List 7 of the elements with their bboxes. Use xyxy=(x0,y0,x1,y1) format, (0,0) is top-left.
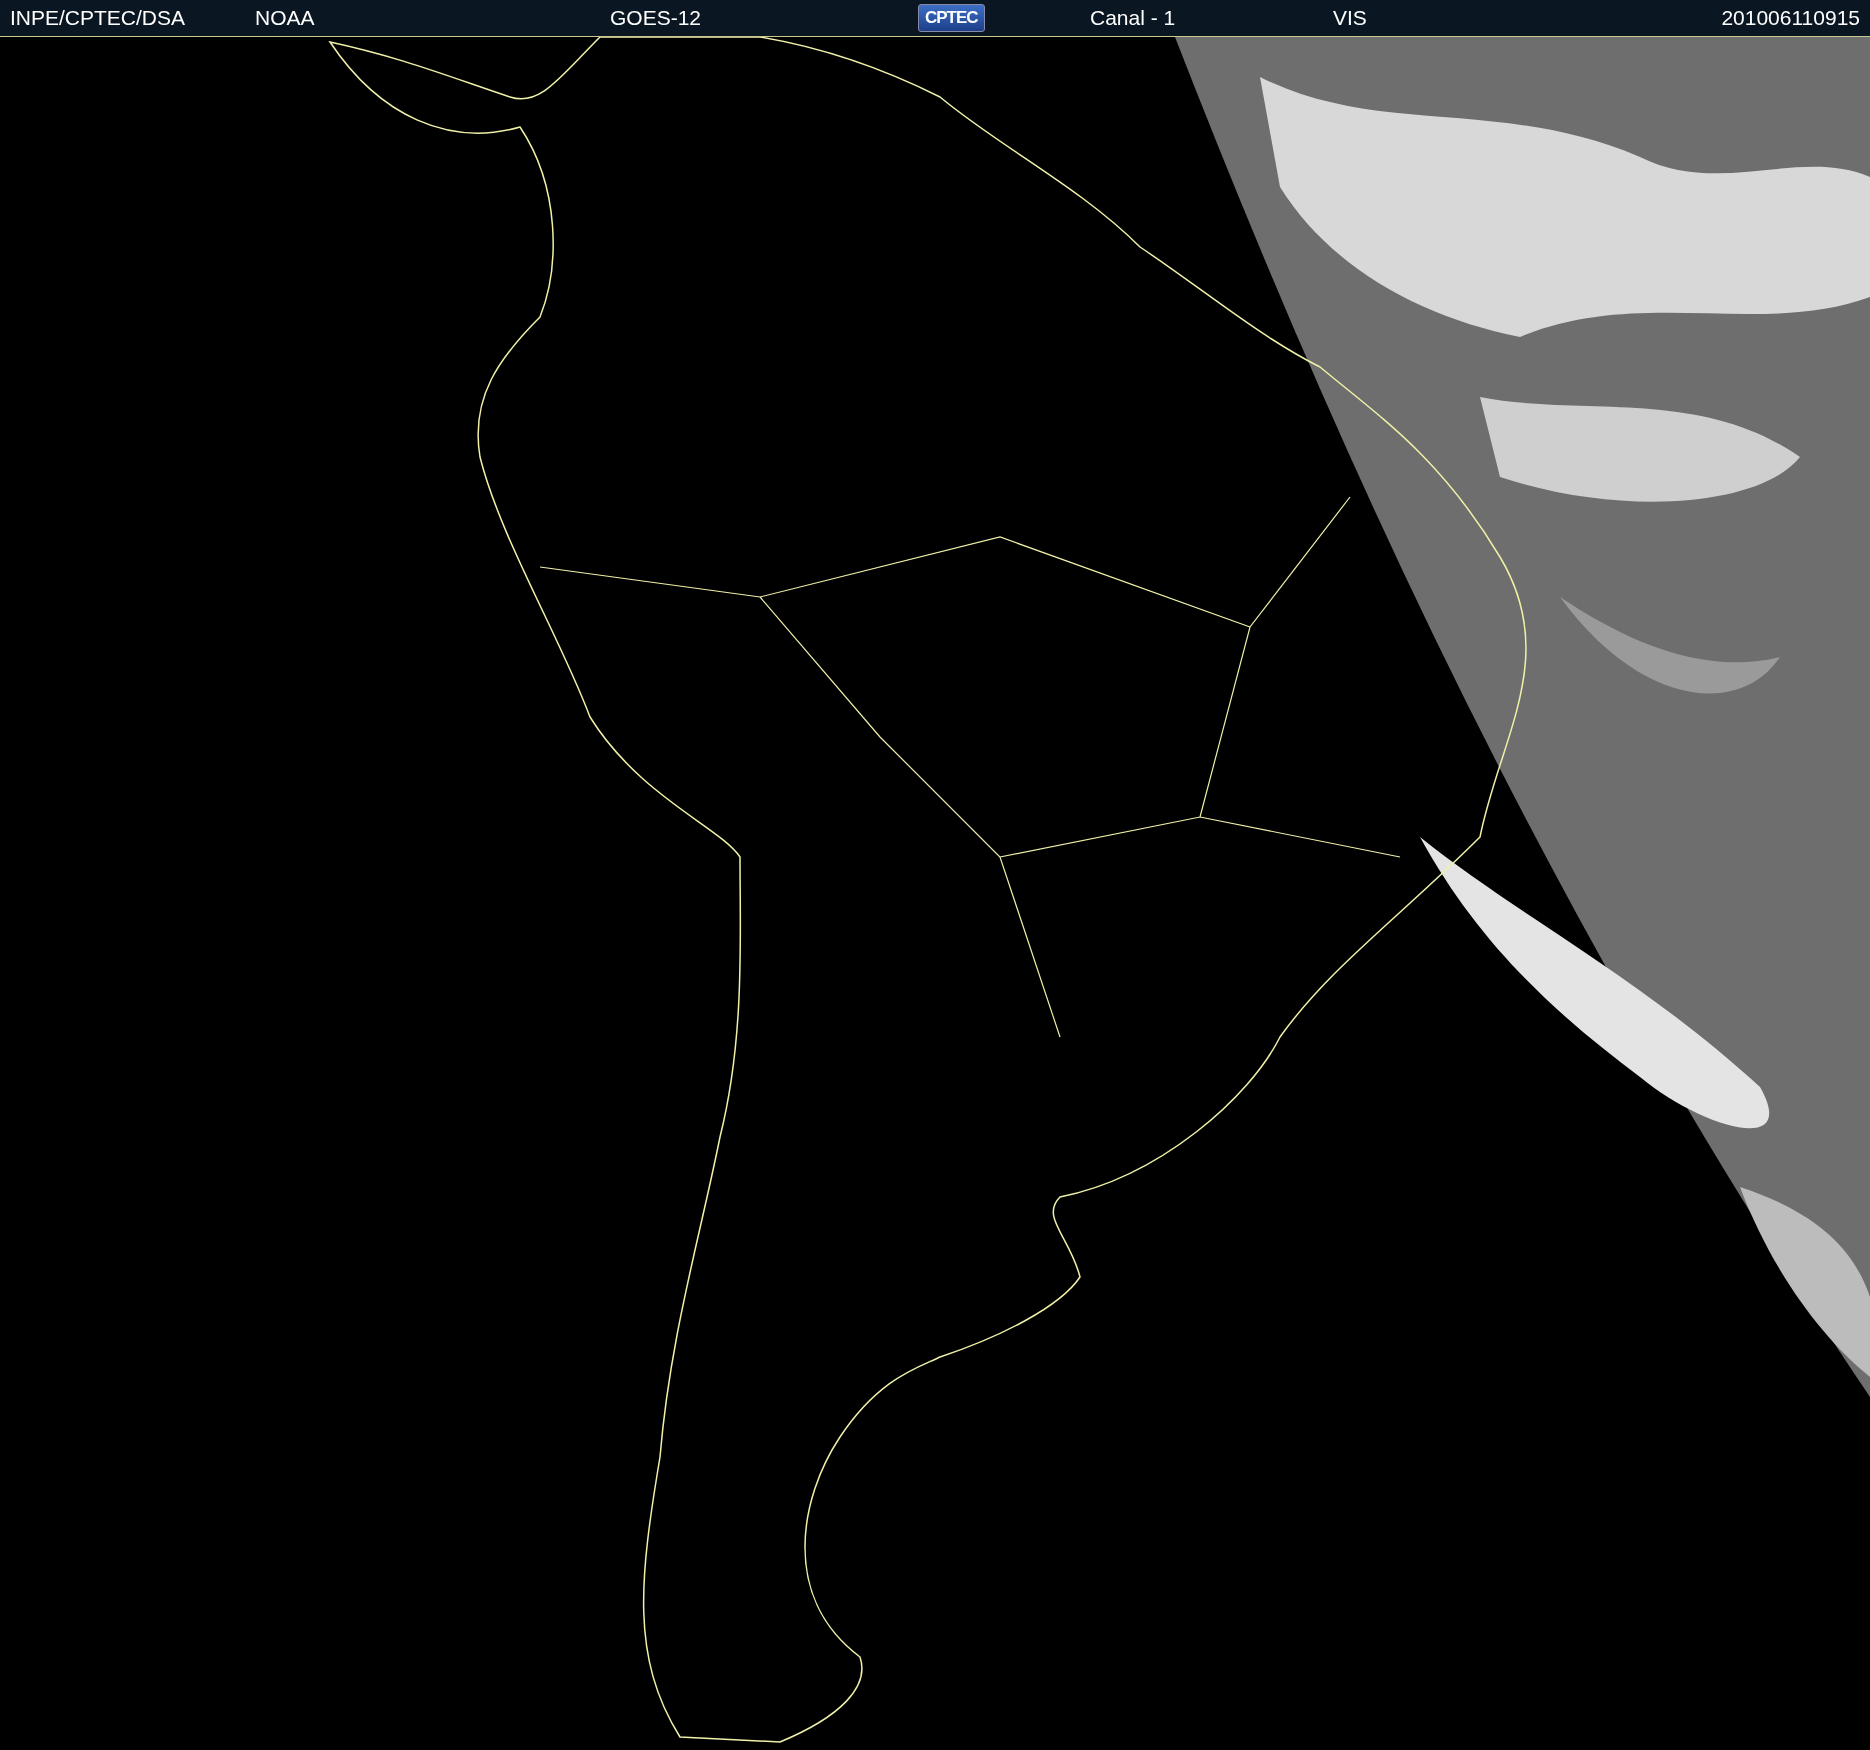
header-label: NOAA xyxy=(254,6,315,30)
header-label: VIS xyxy=(1332,6,1367,30)
header-label: Canal - 1 xyxy=(1089,6,1176,30)
header-label: INPE/CPTEC/DSA xyxy=(9,6,186,30)
header-label: 201006110915 xyxy=(1720,6,1861,30)
logo: CPTEC xyxy=(918,4,985,32)
header-label: GOES-12 xyxy=(609,6,702,30)
